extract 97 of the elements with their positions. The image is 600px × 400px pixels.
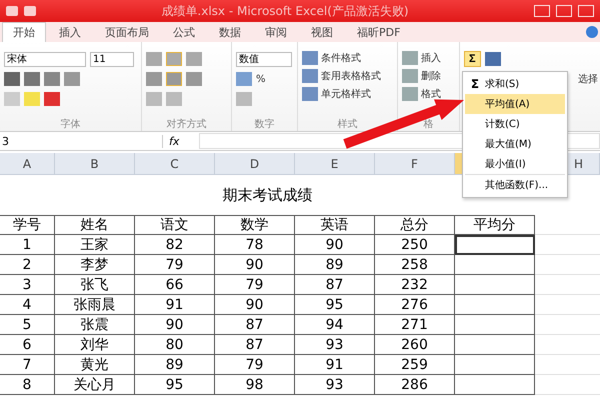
column-header[interactable]: D bbox=[215, 153, 295, 175]
table-cell: 5 bbox=[0, 315, 55, 335]
table-cell: 276 bbox=[375, 295, 455, 315]
table-cell: 6 bbox=[0, 335, 55, 355]
table-cell: 94 bbox=[295, 315, 375, 335]
header-cell: 数学 bbox=[215, 215, 295, 235]
table-cell: 79 bbox=[215, 355, 295, 375]
table-cell: 78 bbox=[215, 235, 295, 255]
menu-item[interactable]: 计数(C) bbox=[465, 114, 565, 134]
ribbon-tab[interactable]: 页面布局 bbox=[94, 22, 160, 42]
fx-button[interactable]: fx bbox=[169, 134, 193, 148]
table-cell: 张飞 bbox=[55, 275, 135, 295]
table-cell: 90 bbox=[215, 295, 295, 315]
ribbon-tab[interactable]: 视图 bbox=[300, 22, 344, 42]
group-label: 样式 bbox=[336, 118, 358, 131]
header-cell: 语文 bbox=[135, 215, 215, 235]
group-label: 字体 bbox=[60, 118, 82, 131]
sheet-title: 期末考试成绩 bbox=[222, 186, 312, 204]
menu-item[interactable]: Σ 求和(S) bbox=[465, 74, 565, 94]
header-cell: 学号 bbox=[0, 215, 55, 235]
sum-icon: Σ bbox=[465, 77, 485, 91]
percent-button[interactable]: % bbox=[256, 74, 266, 84]
select-button[interactable]: 选择 bbox=[578, 72, 598, 86]
table-cell: 258 bbox=[375, 255, 455, 275]
table-cell: 79 bbox=[215, 275, 295, 295]
header-cell: 英语 bbox=[295, 215, 375, 235]
column-header[interactable]: B bbox=[55, 153, 135, 175]
ribbon-tab[interactable]: 公式 bbox=[162, 22, 206, 42]
table-cell: 黄光 bbox=[55, 355, 135, 375]
table-cell: 93 bbox=[295, 375, 375, 395]
table-cell: 98 bbox=[215, 375, 295, 395]
column-header[interactable]: A bbox=[0, 153, 55, 175]
table-cell: 90 bbox=[135, 315, 215, 335]
ribbon-tab[interactable]: 审阅 bbox=[254, 22, 298, 42]
window-title: 成绩单.xlsx - Microsoft Excel(产品激活失败) bbox=[160, 2, 410, 20]
table-cell: 刘华 bbox=[55, 335, 135, 355]
style-button[interactable]: 条件格式 bbox=[302, 50, 393, 66]
table-cell: 79 bbox=[135, 255, 215, 275]
cells-button[interactable]: 删除 bbox=[402, 68, 455, 84]
style-button[interactable]: 单元格样式 bbox=[302, 86, 393, 102]
ribbon-tab[interactable]: 插入 bbox=[48, 22, 92, 42]
menu-item[interactable]: 其他函数(F)... bbox=[465, 174, 565, 195]
group-label: 对齐方式 bbox=[166, 118, 208, 131]
table-cell: 4 bbox=[0, 295, 55, 315]
table-cell: 2 bbox=[0, 255, 55, 275]
table-cell: 87 bbox=[215, 315, 295, 335]
menu-item[interactable]: 最小值(I) bbox=[465, 154, 565, 174]
table-cell: 95 bbox=[295, 295, 375, 315]
table-cell: 87 bbox=[295, 275, 375, 295]
column-header[interactable]: C bbox=[135, 153, 215, 175]
ribbon-tab[interactable]: 数据 bbox=[208, 22, 252, 42]
table-cell: 90 bbox=[215, 255, 295, 275]
table-cell: 张震 bbox=[55, 315, 135, 335]
header-cell: 平均分 bbox=[455, 215, 535, 235]
table-cell: 关心月 bbox=[55, 375, 135, 395]
ribbon-tab[interactable]: 开始 bbox=[2, 22, 46, 42]
style-button[interactable]: 套用表格格式 bbox=[302, 68, 393, 84]
table-cell: 89 bbox=[135, 355, 215, 375]
table-cell: 7 bbox=[0, 355, 55, 375]
table-cell: 232 bbox=[375, 275, 455, 295]
ribbon-tab[interactable]: 福昕PDF bbox=[346, 22, 412, 42]
table-cell: 3 bbox=[0, 275, 55, 295]
table-cell: 250 bbox=[375, 235, 455, 255]
table-cell: 80 bbox=[135, 335, 215, 355]
table-cell: 8 bbox=[0, 375, 55, 395]
table-cell: 1 bbox=[0, 235, 55, 255]
cells-button[interactable]: 格式 bbox=[402, 86, 455, 102]
table-cell: 259 bbox=[375, 355, 455, 375]
number-format-field[interactable]: 数值 bbox=[236, 52, 292, 66]
name-box[interactable]: 3 bbox=[0, 134, 163, 148]
table-cell: 271 bbox=[375, 315, 455, 335]
menu-item[interactable]: 最大值(M) bbox=[465, 134, 565, 154]
column-header[interactable]: E bbox=[295, 153, 375, 175]
table-cell: 95 bbox=[135, 375, 215, 395]
font-size-field[interactable]: 11 bbox=[90, 52, 134, 66]
group-label: 格 bbox=[422, 118, 434, 131]
column-header[interactable]: F bbox=[375, 153, 455, 175]
table-cell: 张雨晨 bbox=[55, 295, 135, 315]
menu-item[interactable]: 平均值(A) bbox=[465, 94, 565, 114]
cells-button[interactable]: 插入 bbox=[402, 50, 455, 66]
table-cell: 93 bbox=[295, 335, 375, 355]
table-cell: 87 bbox=[215, 335, 295, 355]
font-name-field[interactable]: 宋体 bbox=[4, 52, 86, 66]
table-cell: 李梦 bbox=[55, 255, 135, 275]
header-cell: 总分 bbox=[375, 215, 455, 235]
autosum-button[interactable]: Σ bbox=[464, 51, 481, 67]
table-cell: 王家 bbox=[55, 235, 135, 255]
table-cell: 89 bbox=[295, 255, 375, 275]
table-cell: 91 bbox=[295, 355, 375, 375]
table-cell: 82 bbox=[135, 235, 215, 255]
group-label: 数字 bbox=[254, 118, 276, 131]
table-cell: 260 bbox=[375, 335, 455, 355]
table-cell: 91 bbox=[135, 295, 215, 315]
header-cell: 姓名 bbox=[55, 215, 135, 235]
table-cell: 66 bbox=[135, 275, 215, 295]
table-cell: 90 bbox=[295, 235, 375, 255]
table-cell: 286 bbox=[375, 375, 455, 395]
